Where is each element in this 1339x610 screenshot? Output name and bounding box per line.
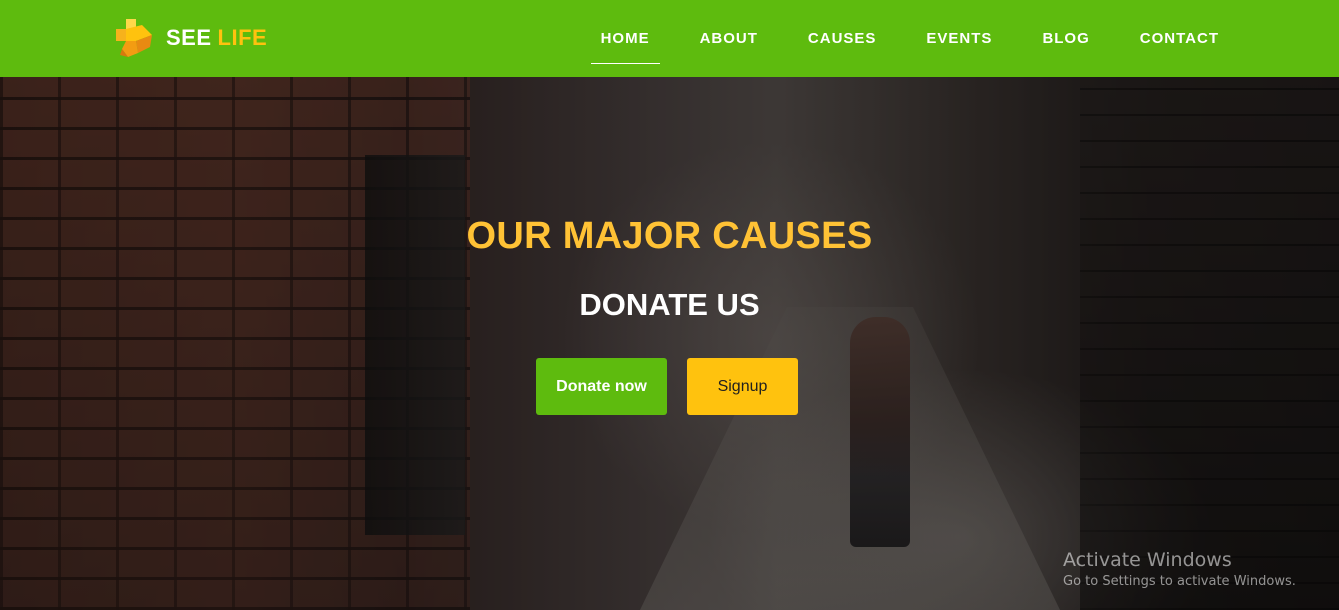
- nav-home[interactable]: HOME: [590, 0, 660, 77]
- brand-name-accent: LIFE: [217, 25, 268, 50]
- nav-blog[interactable]: BLOG: [1032, 0, 1099, 77]
- nav-events[interactable]: EVENTS: [916, 0, 1002, 77]
- cross-cube-logo-icon: [116, 19, 152, 57]
- nav-about[interactable]: ABOUT: [690, 0, 768, 77]
- signup-button[interactable]: Signup: [687, 358, 798, 415]
- top-navbar: SEE LIFE HOME ABOUT CAUSES EVENTS BLOG CO…: [0, 0, 1339, 77]
- hero-overlay: [0, 77, 1339, 610]
- donate-now-button[interactable]: Donate now: [536, 358, 667, 415]
- nav-causes[interactable]: CAUSES: [798, 0, 887, 77]
- hero-title: OUR MAJOR CAUSES: [466, 215, 873, 257]
- hero-banner: OUR MAJOR CAUSES DONATE US Donate now Si…: [0, 77, 1339, 610]
- brand-name: SEE LIFE: [166, 25, 267, 51]
- brand-name-primary: SEE: [166, 25, 212, 50]
- site-logo[interactable]: SEE LIFE: [112, 17, 267, 59]
- watermark-subtitle: Go to Settings to activate Windows.: [1063, 574, 1296, 589]
- watermark-title: Activate Windows: [1063, 549, 1232, 571]
- activate-windows-watermark: Activate Windows Go to Settings to activ…: [1063, 549, 1296, 589]
- hero-subtitle: DONATE US: [579, 287, 760, 322]
- nav-contact[interactable]: CONTACT: [1130, 0, 1229, 77]
- main-nav: HOME ABOUT CAUSES EVENTS BLOG CONTACT: [561, 0, 1229, 77]
